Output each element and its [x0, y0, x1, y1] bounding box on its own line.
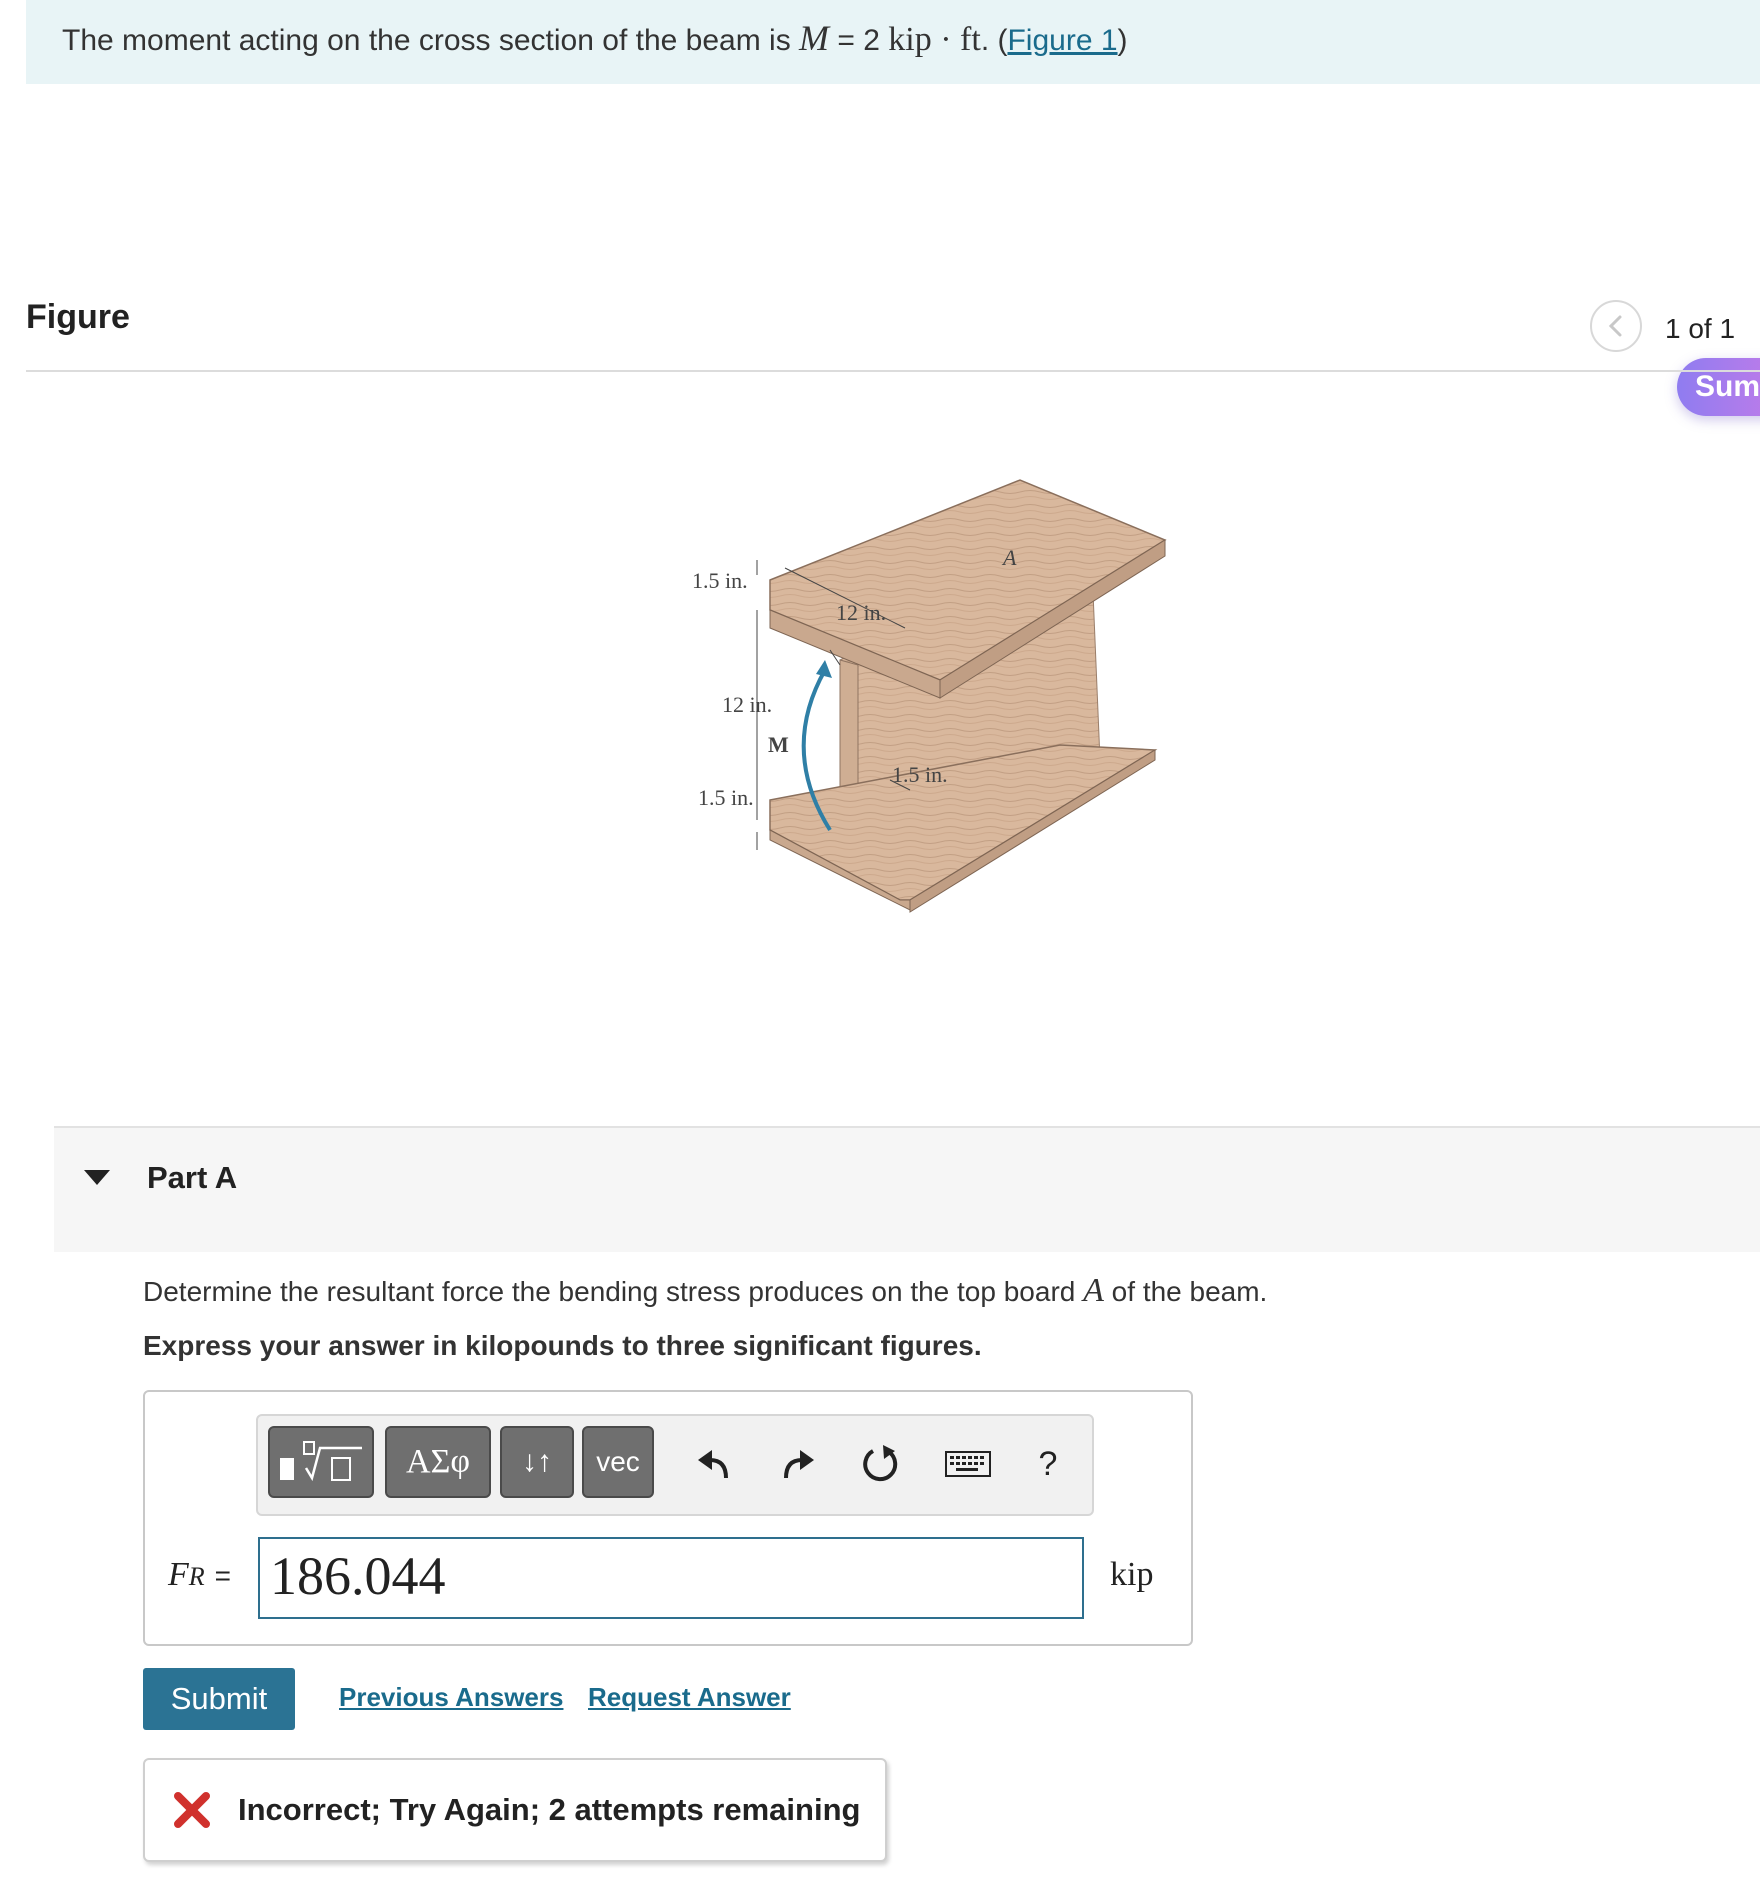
answer-equals: = [214, 1560, 232, 1591]
templates-button[interactable] [268, 1426, 374, 1498]
answer-input[interactable]: 186.044 [258, 1537, 1084, 1619]
figure-link[interactable]: Figure 1 [1007, 24, 1117, 57]
redo-icon [784, 1450, 814, 1479]
feedback-text: Incorrect; Try Again; 2 attempts remaini… [238, 1792, 861, 1827]
chevron-left-icon [1608, 315, 1622, 337]
reset-icon [863, 1445, 898, 1482]
previous-figure-button[interactable] [1590, 300, 1642, 352]
previous-answers-link[interactable]: Previous Answers [339, 1682, 563, 1713]
moment-value: = 2 [829, 24, 889, 57]
moment-symbol: M [799, 18, 830, 58]
part-a-title: Part A [147, 1160, 238, 1195]
redo-button[interactable] [770, 1436, 826, 1492]
unit-label: kip [1110, 1556, 1154, 1593]
instruction-text: Express your answer in kilopounds to thr… [143, 1330, 982, 1361]
answer-label-symbol: F [168, 1556, 189, 1593]
label-top-flange-thickness: 1.5 in. [692, 568, 748, 593]
templates-icon [280, 1441, 362, 1482]
label-web-thickness: 1.5 in. [892, 762, 948, 787]
label-moment: M [768, 732, 789, 757]
moment-unit: kip · ft [888, 21, 981, 58]
arrows-button[interactable]: ↓↑ [500, 1426, 574, 1498]
question-before: Determine the resultant force the bendin… [143, 1276, 1084, 1307]
request-answer-link[interactable]: Request Answer [588, 1682, 791, 1713]
label-web-depth: 12 in. [722, 692, 772, 717]
figure-count: 1 of 1 [1665, 313, 1736, 344]
vec-button[interactable]: vec [582, 1426, 654, 1498]
problem-text: The moment acting on the cross section o… [62, 24, 800, 57]
figure-title: Figure [26, 298, 130, 336]
problem-statement: The moment acting on the cross section o… [62, 18, 1128, 61]
part-a-header[interactable] [54, 1126, 1760, 1252]
problem-punct: . ( [980, 24, 1008, 57]
keyboard-icon [945, 1451, 991, 1477]
submit-button[interactable]: Submit [143, 1668, 295, 1730]
figure-divider [26, 370, 1760, 372]
undo-button[interactable] [686, 1436, 742, 1492]
board-symbol: A [1083, 1272, 1104, 1309]
summary-button[interactable]: Sum [1677, 358, 1760, 416]
undo-icon [698, 1450, 728, 1479]
label-bottom-flange-thickness: 1.5 in. [698, 785, 754, 810]
collapse-triangle-icon[interactable] [84, 1170, 110, 1185]
answer-label-subscript: R [188, 1562, 205, 1591]
question-after: of the beam. [1103, 1276, 1268, 1307]
reset-button[interactable] [852, 1436, 908, 1492]
label-board-a: A [1001, 545, 1017, 570]
greek-button[interactable]: ΑΣφ [385, 1426, 491, 1498]
help-button[interactable]: ? [1020, 1436, 1076, 1492]
label-flange-width: 12 in. [836, 600, 886, 625]
keyboard-button[interactable] [940, 1436, 996, 1492]
problem-close: ) [1117, 24, 1128, 57]
beam-figure: 1.5 in. 12 in. 12 in. M 1.5 in. 1.5 in. … [692, 479, 1167, 913]
question-text: Determine the resultant force the bendin… [143, 1272, 1267, 1310]
answer-label: FR = [168, 1556, 231, 1594]
error-x-icon [174, 1792, 210, 1828]
